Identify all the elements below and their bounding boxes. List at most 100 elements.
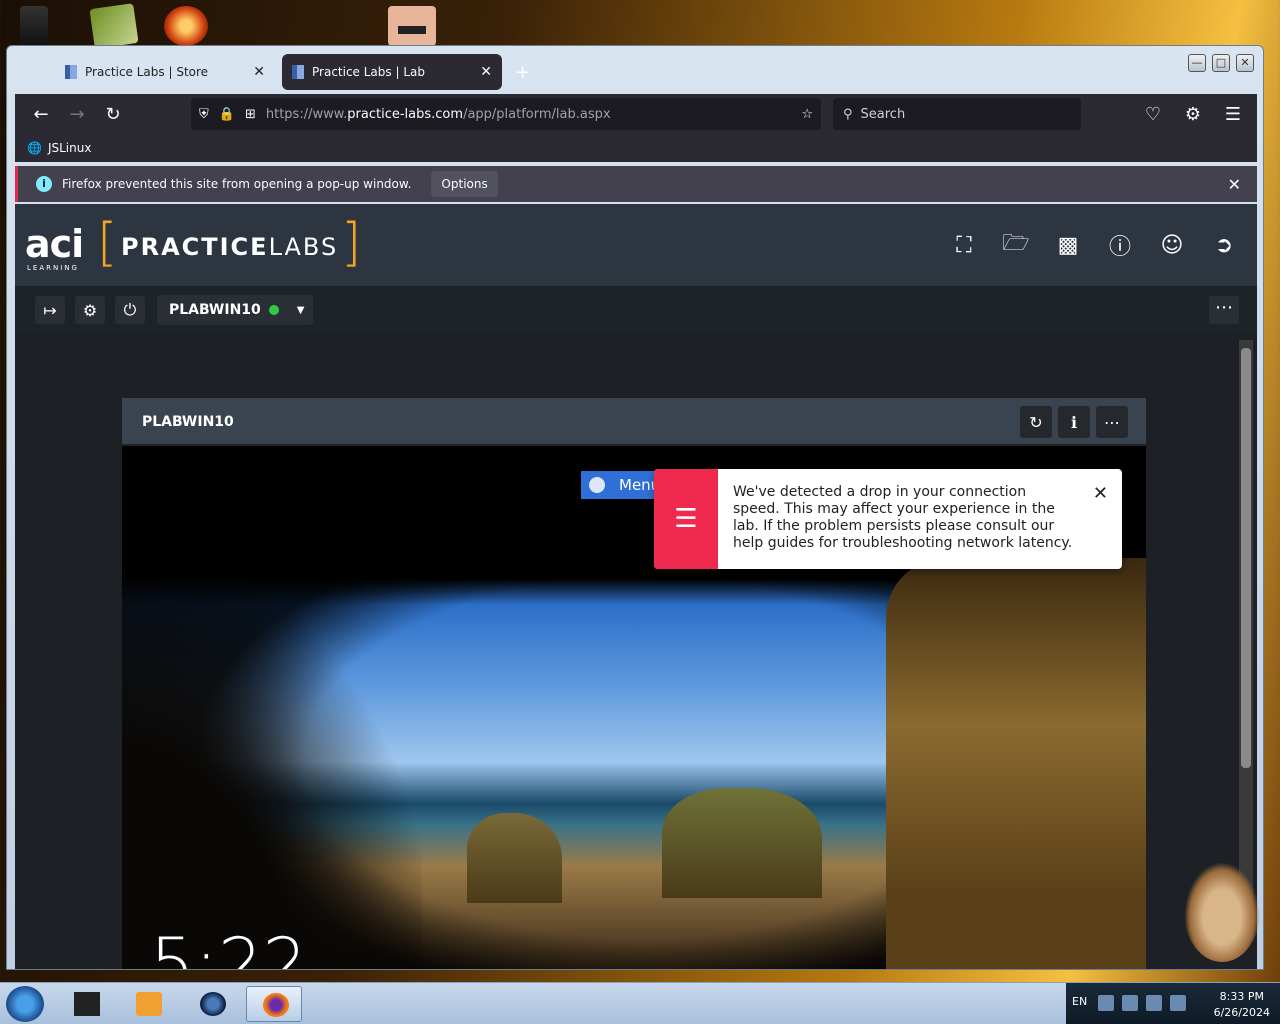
tab-title: Practice Labs | Lab [312, 65, 425, 79]
practicelabs-favicon-icon [292, 65, 304, 79]
vm-panel: PLABWIN10 ↻ ℹ ⋯ 5:22 Menu ☰ We've detect… [122, 398, 1146, 970]
more-options-button[interactable]: ⋯ [1209, 296, 1239, 324]
tab-lab[interactable]: Practice Labs | Lab ✕ [282, 54, 502, 90]
taskbar-item-terminal[interactable] [58, 986, 114, 1022]
help-icon[interactable]: ⓘ [1105, 230, 1135, 260]
desktop-icon-3[interactable] [164, 6, 208, 46]
taskbar-clock[interactable]: 8:33 PM 6/26/2024 [1214, 989, 1270, 1021]
close-toast-icon[interactable]: ✕ [1093, 483, 1108, 504]
nav-toolbar: ← → ↻ ⛨ 🔒 ⊞ https://www.practice-labs.co… [15, 94, 1257, 134]
url-prefix: https://www. [265, 106, 348, 122]
cave-wall-left [122, 568, 422, 969]
logo-labs-text: LABS [268, 233, 339, 261]
folder-open-icon[interactable]: 🗁 [1001, 230, 1031, 260]
minimize-button[interactable]: — [1188, 54, 1206, 72]
close-window-button[interactable]: ✕ [1236, 54, 1254, 72]
power-icon[interactable]: ⏻ [115, 296, 145, 324]
lockscreen-clock: 5:22 [150, 923, 308, 970]
network-icon[interactable] [1146, 995, 1162, 1011]
firefox-icon [263, 993, 289, 1017]
page-scrollbar[interactable] [1239, 340, 1253, 940]
close-tab-icon[interactable]: ✕ [253, 64, 265, 80]
chevron-down-icon: ▼ [296, 304, 305, 316]
lock-icon[interactable]: 🔒 [219, 107, 235, 122]
page-content: aci LEARNING [ PRACTICELABS ] ⛶ 🗁 ▩ ⓘ ☺ … [15, 204, 1257, 970]
sea-rock [662, 788, 822, 898]
lab-toolbar: ↦ ⚙ ⏻ PLABWIN10 ▼ ⋯ [15, 286, 1257, 334]
search-bar[interactable]: ⚲ Search [833, 98, 1081, 130]
chart-icon[interactable]: ▩ [1053, 230, 1083, 260]
logo-bracket-right: ] [341, 213, 362, 273]
globe-icon [200, 992, 226, 1016]
pocket-icon[interactable]: ♡ [1135, 98, 1171, 130]
wifi-icon: ☰ [654, 469, 718, 569]
sea-rock [467, 813, 562, 903]
options-button[interactable]: Options [431, 171, 498, 197]
bookmark-jslinux[interactable]: JSLinux [48, 141, 92, 155]
refresh-icon[interactable]: ↻ [1020, 406, 1052, 438]
bookmark-star-icon[interactable]: ☆ [801, 107, 813, 122]
toast-message: We've detected a drop in your connection… [733, 484, 1073, 551]
info-icon[interactable]: ℹ [1058, 406, 1090, 438]
close-notification-icon[interactable]: ✕ [1228, 175, 1241, 194]
taskbar-item-media[interactable] [120, 986, 176, 1022]
shield-icon[interactable]: ⛨ [199, 107, 209, 122]
hamster-mascot-icon [1184, 862, 1260, 962]
desktop-icon-1[interactable] [20, 6, 48, 46]
url-host: practice-labs.com [347, 106, 464, 122]
vm-title: PLABWIN10 [142, 414, 234, 430]
aci-learning-text: LEARNING [27, 264, 79, 272]
vm-header: PLABWIN10 ↻ ℹ ⋯ [122, 398, 1146, 446]
forward-icon[interactable]: → [59, 98, 95, 130]
sign-out-icon[interactable]: ➲ [1209, 230, 1239, 260]
aci-logo[interactable]: aci [25, 222, 84, 266]
desktop-icon-2[interactable] [89, 3, 139, 49]
tray-icon[interactable] [1122, 995, 1138, 1011]
app-menu-icon[interactable]: ☰ [1215, 98, 1251, 130]
permissions-icon[interactable]: ⊞ [245, 107, 256, 122]
search-placeholder: Search [860, 106, 906, 122]
gear-icon[interactable]: ⚙ [75, 296, 105, 324]
logo-practice-text: PRACTICE [121, 233, 269, 261]
machine-name: PLABWIN10 [169, 302, 261, 318]
clock-date: 6/26/2024 [1213, 1006, 1270, 1019]
machine-selector[interactable]: PLABWIN10 ▼ [157, 295, 313, 325]
logo-bracket-left: [ [97, 213, 118, 273]
practicelabs-favicon-icon [65, 65, 77, 79]
fullscreen-icon[interactable]: ⛶ [949, 230, 979, 260]
practicelabs-logo: PRACTICELABS [121, 233, 338, 261]
practicelabs-header: aci LEARNING [ PRACTICELABS ] ⛶ 🗁 ▩ ⓘ ☺ … [15, 204, 1257, 286]
search-icon: ⚲ [843, 106, 853, 122]
cave-wall-right [886, 558, 1146, 969]
system-tray: EN 8:33 PM 6/26/2024 [1066, 983, 1280, 1024]
scrollbar-thumb[interactable] [1241, 348, 1251, 768]
taskbar: EN 8:33 PM 6/26/2024 [0, 982, 1280, 1024]
back-icon[interactable]: ← [23, 98, 59, 130]
volume-icon[interactable] [1170, 995, 1186, 1011]
status-dot [268, 305, 279, 315]
maximize-button[interactable]: □ [1212, 54, 1230, 72]
language-indicator[interactable]: EN [1072, 995, 1087, 1008]
user-icon[interactable]: ☺ [1157, 230, 1187, 260]
clock-time: 8:33 PM [1219, 990, 1264, 1003]
menu-icon [589, 477, 605, 493]
new-tab-button[interactable]: + [515, 62, 530, 83]
extensions-icon[interactable]: ⚙ [1175, 98, 1211, 130]
close-tab-icon[interactable]: ✕ [480, 64, 492, 80]
popup-blocked-bar: i Firefox prevented this site from openi… [15, 166, 1257, 202]
firefox-window: — □ ✕ Practice Labs | Store ✕ Practice L… [6, 45, 1264, 970]
url-bar[interactable]: ⛨ 🔒 ⊞ https://www.practice-labs.com/app/… [191, 98, 821, 130]
tray-icon[interactable] [1098, 995, 1114, 1011]
desktop-icon-4[interactable] [388, 6, 436, 46]
start-button[interactable] [6, 986, 44, 1022]
collapse-icon[interactable]: ↦ [35, 296, 65, 324]
tab-title: Practice Labs | Store [85, 65, 209, 79]
taskbar-item-firefox[interactable] [246, 986, 302, 1022]
popup-message: Firefox prevented this site from opening… [62, 177, 412, 191]
url-path: /app/platform/lab.aspx [463, 106, 611, 122]
reload-icon[interactable]: ↻ [95, 98, 131, 130]
more-icon[interactable]: ⋯ [1096, 406, 1128, 438]
media-player-icon [136, 992, 162, 1016]
tab-store[interactable]: Practice Labs | Store ✕ [55, 54, 275, 90]
taskbar-item-globe[interactable] [184, 986, 240, 1022]
